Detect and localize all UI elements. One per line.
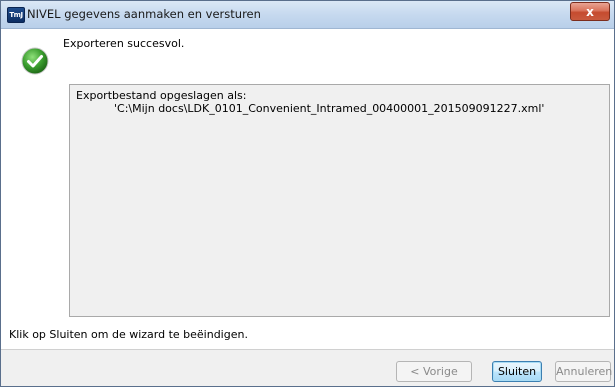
back-button[interactable]: < Vorige bbox=[396, 361, 472, 382]
close-button[interactable]: Sluiten bbox=[492, 361, 542, 382]
cancel-button[interactable]: Annuleren bbox=[555, 361, 612, 382]
export-file-label: Exportbestand opgeslagen als: bbox=[76, 89, 247, 102]
close-window-button[interactable]: x bbox=[570, 2, 610, 21]
status-message: Exporteren succesvol. bbox=[63, 37, 185, 50]
export-file-path: 'C:\Mijn docs\LDK_0101_Convenient_Intram… bbox=[114, 102, 545, 115]
export-result-box: Exportbestand opgeslagen als: 'C:\Mijn d… bbox=[69, 84, 610, 317]
app-icon: TmJ bbox=[7, 7, 25, 23]
title-bar: TmJ NIVEL gegevens aanmaken en versturen… bbox=[1, 1, 614, 29]
finish-hint: Klik op Sluiten om de wizard te beëindig… bbox=[9, 328, 248, 341]
success-check-icon bbox=[21, 47, 49, 75]
window-title: NIVEL gegevens aanmaken en versturen bbox=[27, 7, 261, 21]
button-bar: < Vorige Sluiten Annuleren bbox=[1, 349, 614, 386]
wizard-window: TmJ NIVEL gegevens aanmaken en versturen… bbox=[0, 0, 615, 387]
